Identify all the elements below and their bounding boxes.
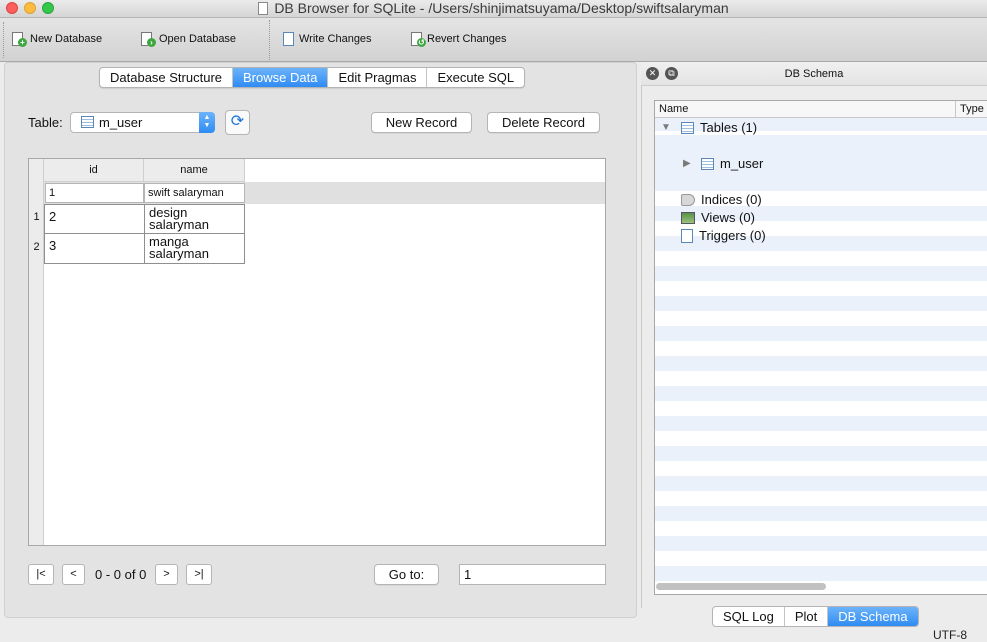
tab-edit-pragmas[interactable]: Edit Pragmas: [328, 68, 428, 87]
new-database-icon: +: [12, 32, 27, 47]
title-bar: DB Browser for SQLite - /Users/shinjimat…: [0, 0, 987, 18]
row-number: 2: [33, 241, 40, 253]
refresh-button[interactable]: ⟳: [225, 110, 250, 135]
status-bar: [0, 628, 987, 642]
write-changes-button[interactable]: Write Changes: [283, 32, 372, 46]
filter-input-id[interactable]: 1: [45, 183, 144, 203]
row-number: 1: [33, 211, 40, 223]
new-database-button[interactable]: + New Database: [12, 32, 103, 47]
column-header-id[interactable]: id: [44, 159, 144, 182]
open-database-label: Open Database: [159, 33, 237, 45]
window-title-area: DB Browser for SQLite - /Users/shinjimat…: [0, 0, 987, 18]
goto-input[interactable]: 1: [459, 564, 606, 585]
new-record-button[interactable]: New Record: [371, 112, 472, 133]
goto-button[interactable]: Go to:: [374, 564, 439, 585]
cell-id[interactable]: 3: [44, 233, 145, 264]
float-dock-icon[interactable]: ⧉: [665, 67, 678, 80]
schema-tree[interactable]: Name Type ▼ Tables (1) ▶ m_user Indices …: [654, 100, 987, 595]
dock-tabs: SQL Log Plot DB Schema: [712, 606, 919, 627]
disclosure-closed-icon[interactable]: ▶: [683, 158, 691, 169]
tree-item-tables[interactable]: Tables (1): [681, 120, 757, 135]
tab-sql-log[interactable]: SQL Log: [713, 607, 785, 626]
tab-plot[interactable]: Plot: [785, 607, 829, 626]
tree-column-type[interactable]: Type: [955, 101, 984, 118]
main-tabs: Database Structure Browse Data Edit Prag…: [99, 67, 526, 88]
tree-item-m-user-label: m_user: [720, 156, 764, 171]
disclosure-open-icon[interactable]: ▼: [661, 122, 671, 133]
tree-column-name[interactable]: Name: [655, 101, 688, 118]
revert-changes-button[interactable]: ↺ Revert Changes: [411, 32, 507, 47]
record-range: 0 - 0 of 0: [95, 567, 147, 582]
table-label: Table:: [28, 115, 63, 130]
tree-item-triggers-label: Triggers (0): [699, 228, 766, 243]
table-select-value: m_user: [99, 115, 143, 130]
chevron-updown-icon: ▲ ▼: [199, 112, 215, 133]
write-changes-icon: [283, 32, 294, 46]
data-grid[interactable]: id name 1 swift salaryman 1 2 design sal…: [28, 158, 606, 546]
tree-item-indices-label: Indices (0): [701, 192, 762, 207]
main-toolbar: + New Database › Open Database Write Cha…: [0, 18, 987, 62]
tree-item-indices[interactable]: Indices (0): [681, 192, 762, 207]
table-icon: [681, 121, 694, 134]
revert-changes-icon: ↺: [411, 32, 426, 47]
write-changes-label: Write Changes: [299, 33, 372, 45]
next-record-button[interactable]: >: [155, 564, 178, 585]
tab-db-schema[interactable]: DB Schema: [828, 607, 918, 626]
view-icon: [681, 211, 695, 224]
cell-name[interactable]: manga salaryman: [144, 233, 245, 264]
horizontal-scrollbar[interactable]: [656, 583, 826, 590]
refresh-icon: ⟳: [230, 113, 245, 130]
dock-title: DB Schema: [641, 62, 987, 86]
tree-item-views-label: Views (0): [701, 210, 755, 225]
toolbar-grip: [3, 22, 4, 58]
table-icon: [81, 116, 94, 128]
tab-browse-data[interactable]: Browse Data: [233, 68, 329, 87]
tab-database-structure[interactable]: Database Structure: [100, 68, 234, 87]
toolbar-separator: [269, 20, 270, 60]
last-record-button[interactable]: >|: [186, 564, 212, 585]
schema-tree-header: Name Type: [655, 101, 987, 118]
cell-id[interactable]: 2: [44, 204, 145, 234]
filter-input-name[interactable]: swift salaryman: [144, 183, 245, 203]
tag-icon: [681, 193, 695, 206]
open-database-button[interactable]: › Open Database: [141, 32, 237, 47]
trigger-icon: [681, 228, 693, 243]
tab-execute-sql[interactable]: Execute SQL: [427, 68, 524, 87]
close-dock-icon[interactable]: ✕: [646, 67, 659, 80]
tree-item-tables-label: Tables (1): [700, 120, 758, 135]
cell-name[interactable]: design salaryman: [144, 204, 245, 234]
first-record-button[interactable]: |<: [28, 564, 54, 585]
open-database-icon: ›: [141, 32, 156, 47]
encoding-label: UTF-8: [933, 628, 967, 642]
tree-item-views[interactable]: Views (0): [681, 210, 755, 225]
tree-item-triggers[interactable]: Triggers (0): [681, 228, 766, 243]
table-select[interactable]: m_user ▲ ▼: [70, 112, 215, 133]
table-icon: [701, 157, 714, 170]
tree-item-m-user[interactable]: m_user: [701, 156, 763, 171]
previous-record-button[interactable]: <: [62, 564, 85, 585]
document-icon: [258, 2, 269, 15]
window-title: DB Browser for SQLite - /Users/shinjimat…: [274, 0, 729, 16]
delete-record-button[interactable]: Delete Record: [487, 112, 600, 133]
new-database-label: New Database: [30, 33, 103, 45]
column-header-name[interactable]: name: [144, 159, 245, 182]
revert-changes-label: Revert Changes: [427, 33, 507, 45]
